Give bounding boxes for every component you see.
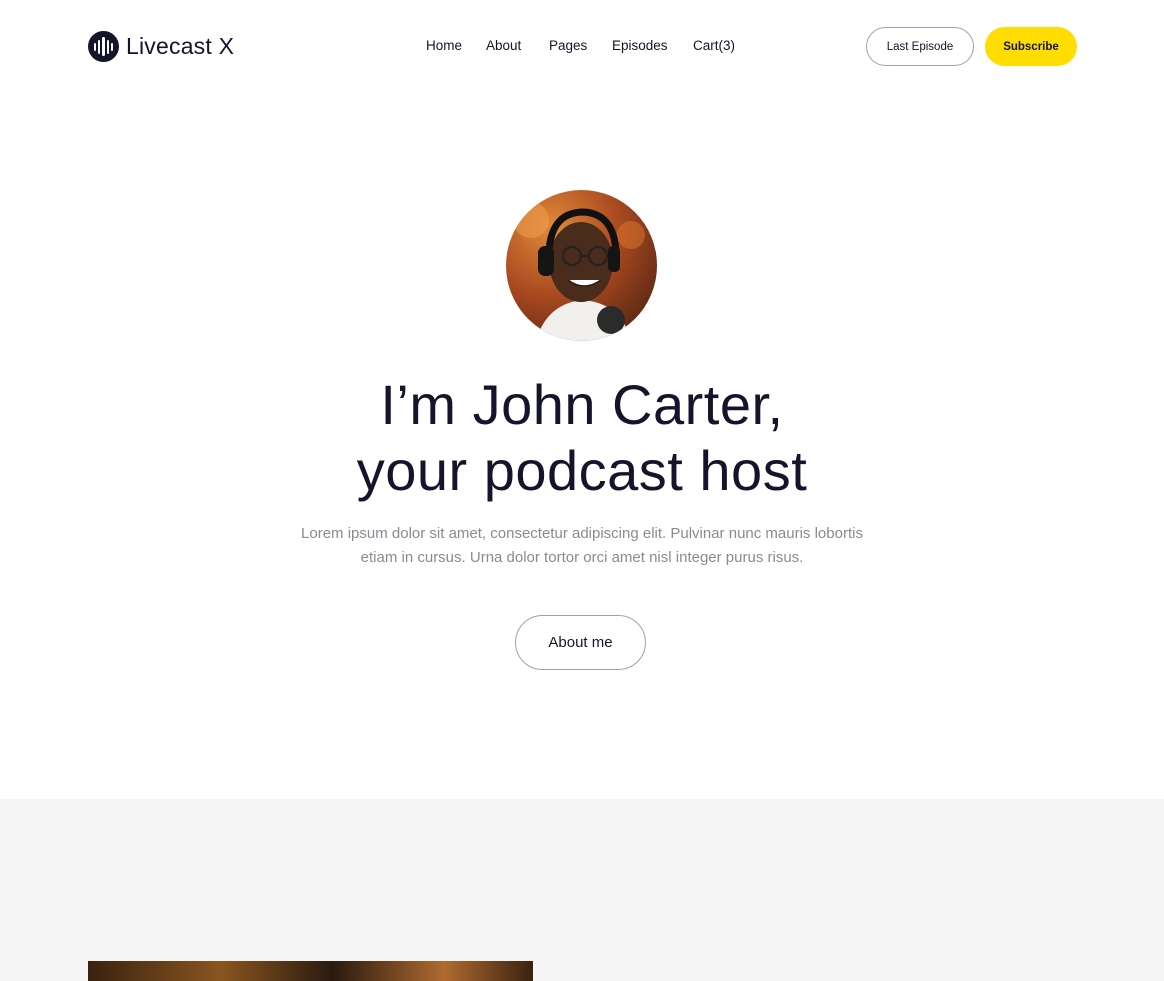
about-me-button[interactable]: About me: [515, 615, 646, 670]
last-episode-button[interactable]: Last Episode: [866, 27, 974, 66]
brand-logo[interactable]: Livecast X: [88, 30, 234, 63]
soundwave-icon: [88, 31, 119, 62]
brand-name: Livecast X: [126, 33, 235, 59]
nav-item-episodes[interactable]: Episodes: [612, 38, 693, 53]
nav-item-cart[interactable]: Cart(3): [693, 38, 735, 53]
host-avatar: [506, 190, 657, 341]
nav-item-pages[interactable]: Pages: [549, 38, 612, 53]
hero-title: I’m John Carter, your podcast host: [0, 372, 1164, 504]
main-nav: Home About Pages Episodes Cart(3): [426, 38, 735, 53]
hero-description: Lorem ipsum dolor sit amet, consectetur …: [301, 525, 863, 566]
hero-title-line-1: I’m John Carter,: [380, 373, 784, 436]
subscribe-button[interactable]: Subscribe: [985, 27, 1077, 66]
episodes-section: [0, 799, 1164, 981]
host-portrait: [513, 202, 645, 341]
nav-item-home[interactable]: Home: [426, 38, 486, 53]
hero-title-line-2: your podcast host: [356, 439, 808, 502]
nav-item-about[interactable]: About: [486, 38, 549, 53]
episode-image: [88, 961, 533, 981]
site-header: Livecast X Home About Pages Episodes Car…: [0, 0, 1164, 94]
